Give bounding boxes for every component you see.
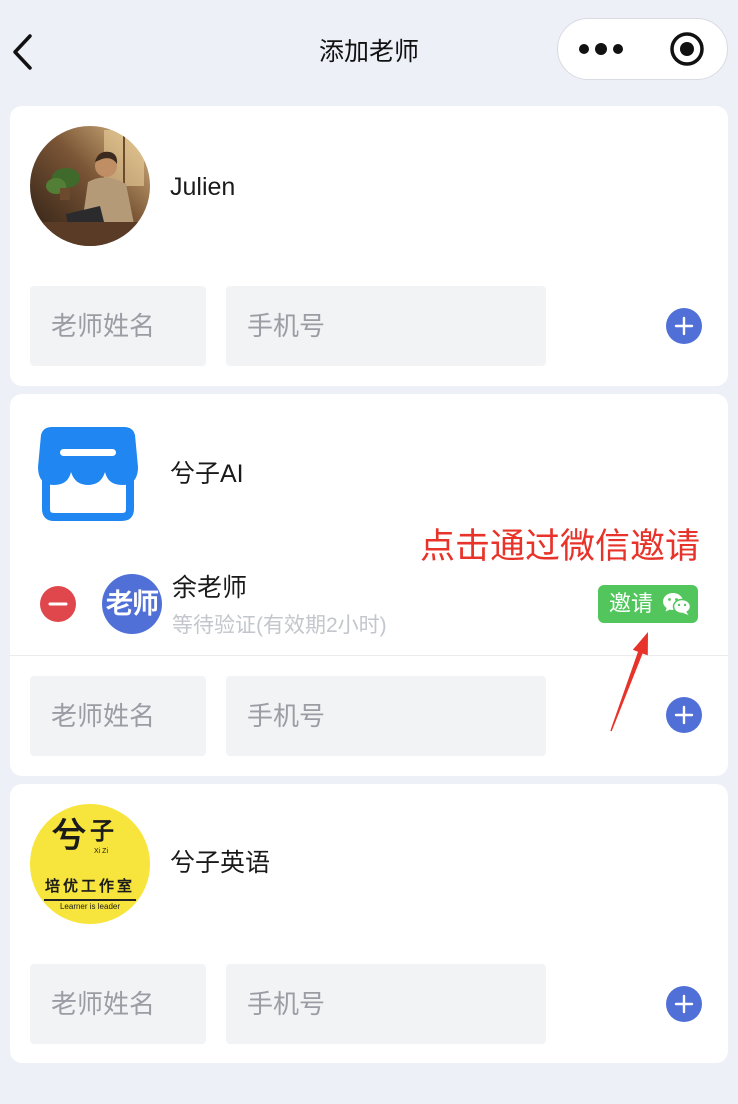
more-dots-icon [579,43,589,54]
remove-teacher-button[interactable] [40,586,76,622]
team-name: Julien [170,173,236,201]
teacher-name-input[interactable] [30,676,206,756]
team-card: Julien [10,106,728,386]
logo-rule [44,899,136,901]
logo-char: 子 [90,818,114,845]
teacher-name-input[interactable] [30,286,206,366]
xizi-logo: 兮 子 Xi Zi 培优工作室 Learner is leader [30,804,150,924]
plus-circle-icon [666,308,702,344]
mini-program-capsule [557,18,728,80]
logo-motto: Learner is leader [59,902,121,911]
user-photo-avatar [30,126,150,246]
chevron-left-icon [13,34,32,70]
more-button[interactable] [566,19,636,78]
logo-tagline: 培优工作室 [44,878,135,895]
team-name: 兮子AI [170,460,244,488]
add-teacher-button[interactable] [666,697,702,733]
plus-circle-icon [666,697,702,733]
member-status: 等待验证(有效期2小时) [172,614,387,637]
team-name: 兮子英语 [170,849,271,877]
phone-input[interactable] [226,676,546,756]
phone-input[interactable] [226,964,546,1044]
logo-pinyin: Xi Zi [94,848,108,855]
wechat-invite-button[interactable]: 邀请 [598,585,698,623]
team-card: 兮 子 Xi Zi 培优工作室 Learner is leader 兮子英语 [10,784,728,1063]
close-button[interactable] [657,19,717,78]
plus-circle-icon [666,986,702,1022]
page-title: 添加老师 [318,38,419,66]
add-teacher-button[interactable] [666,308,702,344]
add-teacher-button[interactable] [666,986,702,1022]
back-button[interactable] [10,32,40,72]
phone-input[interactable] [226,286,546,366]
red-arrow-icon [610,632,648,732]
member-name: 余老师 [172,574,248,602]
storefront-icon [38,425,138,521]
invite-label: 邀请 [609,591,654,616]
minus-circle-icon [40,586,76,622]
member-avatar: 老师 [102,574,162,634]
annotation-text: 点击通过微信邀请 [420,527,701,566]
wechat-icon [663,593,692,615]
add-teacher-page: 添加老师 Julien 老师姓名 手机号 兮子AI 老师 余老师 等待验证(有效… [0,0,738,1104]
teacher-name-input[interactable] [30,964,206,1044]
record-icon [670,31,704,66]
logo-char: 兮 [52,817,86,855]
